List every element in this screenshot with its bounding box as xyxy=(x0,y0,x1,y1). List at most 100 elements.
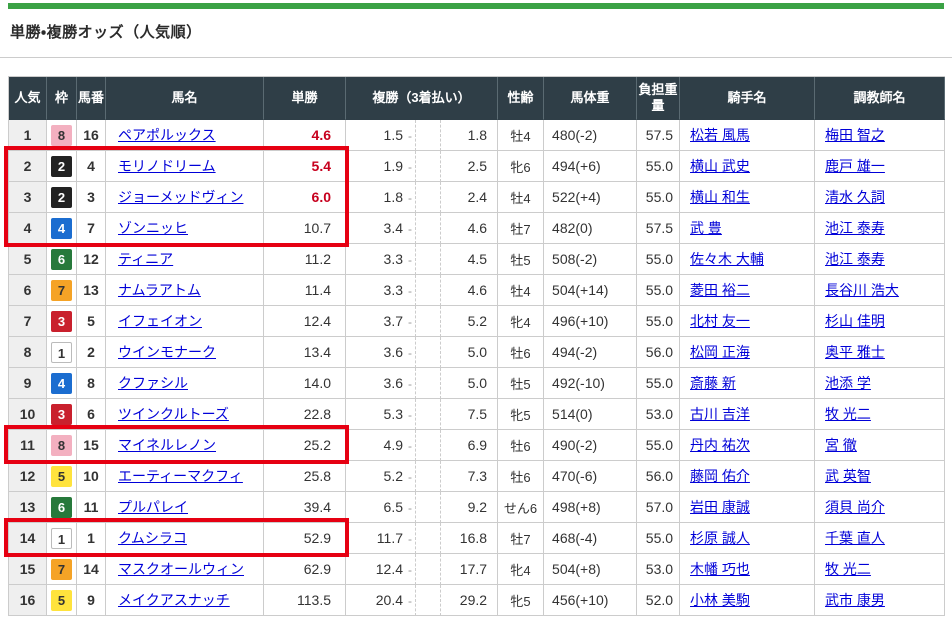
jockey-link[interactable]: 横山 武史 xyxy=(690,158,750,174)
horse-number-cell: 12 xyxy=(77,244,106,275)
horse-name-link[interactable]: マイネルレノン xyxy=(118,437,216,453)
horse-name-cell: ジョーメッドヴィン xyxy=(106,182,264,213)
jockey-link[interactable]: 横山 和生 xyxy=(690,189,750,205)
page-title: 単勝・複勝オッズ（人気順） xyxy=(10,21,952,42)
jockey-link[interactable]: 菱田 裕二 xyxy=(690,282,750,298)
horse-name-link[interactable]: エーティーマクフィ xyxy=(118,468,243,484)
trainer-link[interactable]: 長谷川 浩大 xyxy=(825,282,899,298)
frame-badge: 8 xyxy=(51,435,72,456)
frame-cell: 8 xyxy=(47,430,77,461)
horse-number-cell: 4 xyxy=(77,151,106,182)
col-header-win: 単勝 xyxy=(264,77,346,120)
horse-name-cell: モリノドリーム xyxy=(106,151,264,182)
range-dash: - xyxy=(408,377,412,391)
range-dash: - xyxy=(408,501,412,515)
horse-name-link[interactable]: プルパレイ xyxy=(118,499,188,515)
table-row: 10 3 6 ツインクルトーズ 22.8 5.3- 7.5 牝5 514(0) … xyxy=(9,399,945,430)
jockey-cell: 古川 吉洋 xyxy=(680,399,815,430)
horse-number-cell: 7 xyxy=(77,213,106,244)
frame-badge: 8 xyxy=(51,125,72,146)
jockey-link[interactable]: 佐々木 大輔 xyxy=(690,251,764,267)
horse-name-link[interactable]: ツインクルトーズ xyxy=(118,406,229,422)
top-accent-bar xyxy=(8,3,944,9)
horse-weight-cell: 492(-10) xyxy=(544,368,637,399)
jockey-link[interactable]: 斎藤 新 xyxy=(690,375,736,391)
horse-number-cell: 6 xyxy=(77,399,106,430)
trainer-cell: 鹿戸 雄一 xyxy=(815,151,945,182)
horse-weight-cell: 522(+4) xyxy=(544,182,637,213)
place-odds-low-cell: 3.3- xyxy=(346,244,416,275)
jockey-cell: 丹内 祐次 xyxy=(680,430,815,461)
place-odds-gap-cell xyxy=(416,554,441,585)
jockey-link[interactable]: 木幡 巧也 xyxy=(690,561,750,577)
horse-name-link[interactable]: イフェイオン xyxy=(118,313,202,329)
trainer-link[interactable]: 池江 泰寿 xyxy=(825,220,885,236)
trainer-link[interactable]: 牧 光二 xyxy=(825,561,871,577)
trainer-link[interactable]: 須貝 尚介 xyxy=(825,499,885,515)
horse-name-link[interactable]: ウインモナーク xyxy=(118,344,216,360)
range-dash: - xyxy=(408,222,412,236)
place-odds-low-value: 1.5 xyxy=(384,127,403,143)
jockey-link[interactable]: 北村 友一 xyxy=(690,313,750,329)
table-row: 11 8 15 マイネルレノン 25.2 4.9- 6.9 牡6 490(-2)… xyxy=(9,430,945,461)
trainer-link[interactable]: 池江 泰寿 xyxy=(825,251,885,267)
load-weight-cell: 55.0 xyxy=(637,244,680,275)
jockey-link[interactable]: 古川 吉洋 xyxy=(690,406,750,422)
trainer-link[interactable]: 杉山 佳明 xyxy=(825,313,885,329)
trainer-link[interactable]: 千葉 直人 xyxy=(825,530,885,546)
jockey-link[interactable]: 松若 風馬 xyxy=(690,127,750,143)
jockey-link[interactable]: 杉原 誠人 xyxy=(690,530,750,546)
horse-name-cell: メイクアスナッチ xyxy=(106,585,264,616)
horse-name-link[interactable]: クファシル xyxy=(118,375,188,391)
jockey-link[interactable]: 武 豊 xyxy=(690,220,722,236)
place-odds-low-cell: 5.3- xyxy=(346,399,416,430)
trainer-link[interactable]: 牧 光二 xyxy=(825,406,871,422)
horse-name-cell: ツインクルトーズ xyxy=(106,399,264,430)
horse-name-cell: クファシル xyxy=(106,368,264,399)
place-odds-low-cell: 3.3- xyxy=(346,275,416,306)
odds-table: 人気 枠 馬番 馬名 単勝 複勝（3着払い） 性齢 馬体重 負担重量 騎手名 調… xyxy=(8,76,945,616)
trainer-cell: 須貝 尚介 xyxy=(815,492,945,523)
horse-name-cell: ナムラアトム xyxy=(106,275,264,306)
trainer-link[interactable]: 宮 徹 xyxy=(825,437,857,453)
horse-name-link[interactable]: ティニア xyxy=(118,251,173,267)
horse-weight-cell: 504(+8) xyxy=(544,554,637,585)
rank-cell: 1 xyxy=(9,120,47,151)
range-dash: - xyxy=(408,408,412,422)
trainer-link[interactable]: 奥平 雅士 xyxy=(825,344,885,360)
horse-name-link[interactable]: ジョーメッドヴィン xyxy=(118,189,243,205)
sex-age-cell: 牡6 xyxy=(498,337,544,368)
win-odds-cell: 39.4 xyxy=(264,492,346,523)
place-odds-gap-cell xyxy=(416,368,441,399)
trainer-link[interactable]: 武市 康男 xyxy=(825,592,885,608)
win-odds-cell: 14.0 xyxy=(264,368,346,399)
horse-name-link[interactable]: ナムラアトム xyxy=(118,282,201,298)
rank-cell: 9 xyxy=(9,368,47,399)
frame-cell: 3 xyxy=(47,306,77,337)
trainer-cell: 池添 学 xyxy=(815,368,945,399)
trainer-link[interactable]: 梅田 智之 xyxy=(825,127,885,143)
trainer-link[interactable]: 武 英智 xyxy=(825,468,871,484)
trainer-link[interactable]: 清水 久詞 xyxy=(825,189,885,205)
horse-name-link[interactable]: モリノドリーム xyxy=(118,158,216,174)
jockey-link[interactable]: 小林 美駒 xyxy=(690,592,750,608)
horse-name-link[interactable]: マスクオールウィン xyxy=(118,561,244,577)
trainer-cell: 千葉 直人 xyxy=(815,523,945,554)
jockey-link[interactable]: 松岡 正海 xyxy=(690,344,750,360)
col-header-horse-no: 馬番 xyxy=(77,77,106,120)
win-odds-cell: 25.2 xyxy=(264,430,346,461)
rank-cell: 5 xyxy=(9,244,47,275)
horse-name-link[interactable]: ペアポルックス xyxy=(118,127,216,143)
horse-name-link[interactable]: クムシラコ xyxy=(118,530,187,546)
sex-age-cell: 牝5 xyxy=(498,585,544,616)
sex-age-cell: 牡4 xyxy=(498,275,544,306)
place-odds-gap-cell xyxy=(416,492,441,523)
horse-name-link[interactable]: ゾンニッヒ xyxy=(118,220,188,236)
trainer-link[interactable]: 鹿戸 雄一 xyxy=(825,158,885,174)
jockey-link[interactable]: 岩田 康誠 xyxy=(690,499,750,515)
horse-name-link[interactable]: メイクアスナッチ xyxy=(118,592,230,608)
place-odds-gap-cell xyxy=(416,275,441,306)
jockey-link[interactable]: 藤岡 佑介 xyxy=(690,468,750,484)
trainer-link[interactable]: 池添 学 xyxy=(825,375,871,391)
jockey-link[interactable]: 丹内 祐次 xyxy=(690,437,750,453)
